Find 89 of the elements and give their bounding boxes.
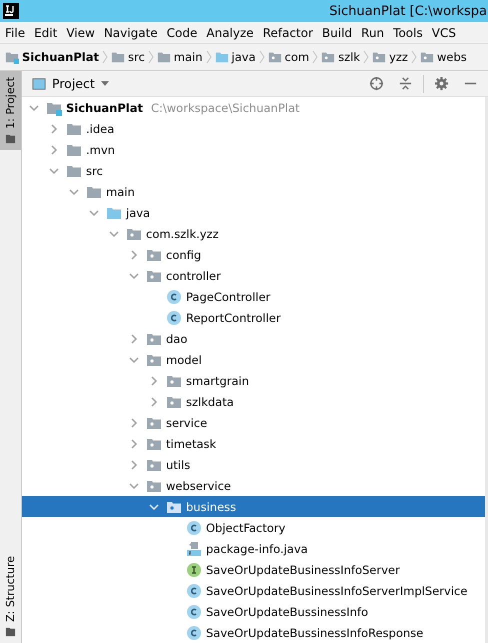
tree-item[interactable]: java	[22, 202, 485, 223]
tree-item[interactable]: ReportController	[22, 307, 485, 328]
source-folder-icon	[214, 50, 229, 64]
folder-icon	[5, 132, 16, 144]
class-icon	[186, 624, 202, 640]
tree-item[interactable]: dao	[22, 328, 485, 349]
tree-item[interactable]: timetask	[22, 433, 485, 454]
chevron-right-icon	[258, 50, 265, 64]
chevron-right-icon	[312, 50, 318, 64]
tree-item[interactable]: SaveOrUpdateBussinessInfoResponse	[22, 622, 485, 643]
side-tab[interactable]: Z: Structure	[0, 550, 21, 643]
breadcrumb-item[interactable]: szlk	[321, 50, 360, 64]
breadcrumb-item[interactable]: SichuanPlat	[5, 50, 99, 64]
class-icon	[186, 604, 202, 620]
dropdown-icon[interactable]	[100, 81, 109, 86]
class-icon	[166, 288, 182, 304]
folder-icon	[5, 626, 16, 637]
class-icon	[166, 310, 182, 326]
tree-item[interactable]: config	[22, 244, 485, 265]
package-icon	[420, 50, 434, 64]
breadcrumb-item[interactable]: webs	[420, 50, 467, 64]
chevron-right-icon	[148, 50, 154, 64]
path-hint: C:\workspace\SichuanPlat	[151, 100, 300, 114]
tree-item[interactable]: utils	[22, 454, 485, 475]
folder-icon	[156, 50, 171, 64]
side-tab[interactable]: 1: Project	[0, 71, 21, 150]
tree-item[interactable]: business	[22, 496, 485, 517]
breadcrumb-label: szlk	[338, 50, 360, 64]
tree-item[interactable]: .idea	[22, 118, 485, 139]
breadcrumb-item[interactable]: com	[268, 50, 310, 64]
breadcrumb-label: main	[174, 50, 203, 64]
locate-icon[interactable]	[369, 76, 384, 91]
tree-item[interactable]: smartgrain	[22, 370, 485, 391]
breadcrumb-item[interactable]: src	[111, 50, 145, 64]
folder-icon	[111, 50, 125, 64]
tree-item[interactable]: SaveOrUpdateBusinessInfoServerImplService	[22, 580, 485, 601]
interface-icon	[186, 562, 202, 578]
menu-item[interactable]: Refactor	[262, 26, 314, 40]
tree-item[interactable]: webservice	[22, 475, 485, 496]
menu-item[interactable]: Run	[361, 26, 384, 40]
package-icon	[268, 50, 282, 64]
module-folder-icon	[5, 50, 19, 64]
tree-item[interactable]: controller	[22, 265, 485, 286]
menu-item[interactable]: Navigate	[104, 26, 158, 40]
tree-item[interactable]: model	[22, 349, 485, 370]
tree-item[interactable]: szlkdata	[22, 391, 485, 412]
tree-item[interactable]: .mvn	[22, 139, 485, 160]
chevron-right-icon	[102, 50, 108, 64]
menu-item[interactable]: Tools	[393, 26, 423, 40]
menu-item[interactable]: Analyze	[206, 26, 254, 40]
tree-item[interactable]: ObjectFactory	[22, 517, 485, 538]
window-icon	[32, 76, 46, 90]
chevron-right-icon	[363, 50, 370, 64]
tree-item[interactable]: main	[22, 181, 485, 202]
collapse-all-icon[interactable]	[398, 76, 413, 91]
class-icon	[186, 582, 202, 598]
breadcrumb-item[interactable]: main	[156, 50, 203, 64]
tree-item[interactable]: com.szlk.yzz	[22, 223, 485, 244]
tree-item[interactable]: src	[22, 160, 485, 181]
chevron-right-icon	[206, 50, 212, 64]
breadcrumb-item[interactable]: yzz	[372, 50, 408, 64]
breadcrumb-label: java	[232, 50, 256, 64]
panel-title[interactable]: Project	[52, 76, 95, 91]
menu-item[interactable]: Code	[166, 26, 198, 40]
menu-item[interactable]: View	[66, 26, 95, 40]
settings-icon[interactable]	[434, 76, 449, 91]
chevron-right-icon	[410, 50, 417, 64]
app-logo-icon	[3, 3, 19, 19]
menu-item[interactable]: Build	[322, 26, 352, 40]
breadcrumb-label: yzz	[389, 50, 408, 64]
breadcrumb-label: webs	[436, 50, 467, 64]
window-title: SichuanPlat [C:\workspa	[329, 4, 487, 18]
menu-item[interactable]: VCS	[432, 26, 456, 40]
breadcrumb-label: com	[284, 50, 310, 64]
tree-item[interactable]: service	[22, 412, 485, 433]
tree-item[interactable]: SichuanPlat C:\workspace\SichuanPlat	[22, 97, 485, 118]
breadcrumb-item[interactable]: java	[214, 50, 256, 64]
package-icon	[372, 50, 386, 64]
tree-item[interactable]: SaveOrUpdateBussinessInfo	[22, 601, 485, 622]
menu-item[interactable]: Edit	[34, 26, 58, 40]
class-icon	[186, 520, 202, 536]
java-file-icon	[186, 540, 202, 556]
tree-item[interactable]: PageController	[22, 286, 485, 307]
package-icon	[321, 50, 336, 64]
menu-item[interactable]: File	[5, 26, 26, 40]
tree-item[interactable]: SaveOrUpdateBusinessInfoServer	[22, 559, 485, 580]
breadcrumb-label: src	[128, 50, 145, 64]
breadcrumb-label: SichuanPlat	[22, 50, 99, 64]
tree-item[interactable]: package-info.java	[22, 538, 485, 559]
